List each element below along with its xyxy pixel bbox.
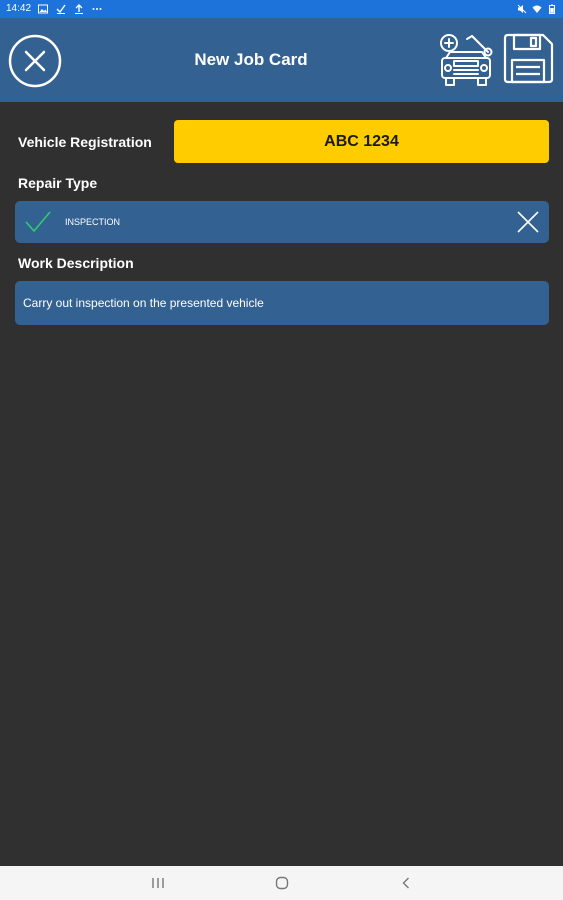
system-nav-bar — [0, 866, 563, 900]
repair-type-value: INSPECTION — [65, 217, 121, 227]
back-icon — [402, 877, 409, 889]
recents-icon — [152, 878, 164, 888]
work-description-label: Work Description — [18, 255, 134, 271]
save-button[interactable] — [501, 32, 555, 86]
mute-icon — [517, 4, 527, 14]
status-time: 14:42 — [6, 3, 32, 14]
battery-icon — [549, 4, 555, 14]
add-vehicle-button[interactable] — [436, 30, 496, 90]
page-title: New Job Card — [194, 50, 308, 69]
recents-button[interactable] — [138, 866, 178, 900]
close-icon — [8, 34, 62, 88]
upload-icon — [75, 4, 83, 14]
status-left-icons — [38, 0, 102, 18]
repair-type-label: Repair Type — [18, 175, 98, 191]
vehicle-registration-label: Vehicle Registration — [18, 134, 152, 150]
vehicle-registration-field[interactable]: ABC 1234 — [174, 120, 549, 163]
check-icon — [25, 211, 51, 232]
home-icon — [275, 876, 289, 890]
back-button[interactable] — [386, 866, 426, 900]
app-bar: New Job Card — [0, 18, 563, 102]
clear-repair-type-icon[interactable] — [517, 211, 539, 233]
status-bar: 14:42 — [0, 0, 563, 18]
save-icon — [503, 33, 554, 84]
job-card-screen: 14:42 New Job Card Vehicle Registration … — [0, 0, 563, 900]
check-icon — [56, 4, 66, 14]
vehicle-add-icon — [440, 34, 493, 86]
status-right-icons — [517, 0, 557, 18]
work-description-field[interactable]: Carry out inspection on the presented ve… — [15, 281, 549, 325]
wifi-icon — [532, 5, 542, 13]
image-icon — [38, 4, 48, 14]
close-button[interactable] — [8, 34, 62, 88]
more-icon — [92, 8, 102, 10]
home-button[interactable] — [262, 866, 302, 900]
repair-type-selector[interactable]: INSPECTION — [15, 201, 549, 243]
